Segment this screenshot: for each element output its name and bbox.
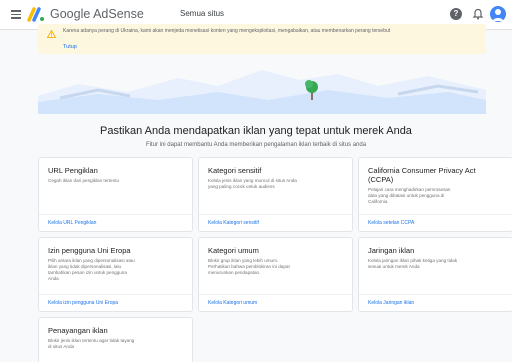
alert-message: Karena adanya perang di Ukraina, kami ak…: [63, 28, 391, 34]
card-advertiser-urls: URL Pengiklan Cegah iklan dari pengiklan…: [38, 157, 193, 232]
alert-dismiss-link[interactable]: Tutup: [63, 44, 77, 50]
hero-illustration: [38, 56, 486, 114]
manage-sensitive-categories-link[interactable]: Kelola Kategori sensitif: [208, 220, 259, 226]
manage-advertiser-urls-link[interactable]: Kelola URL Pengiklan: [48, 220, 96, 226]
notifications-icon[interactable]: [472, 8, 484, 20]
card-divider: [359, 294, 512, 295]
manage-eu-consent-link[interactable]: Kelola izin pengguna Uni Eropa: [48, 300, 118, 306]
card-description: Kelola jenis iklan yang muncul di situs …: [208, 178, 297, 189]
card-description: Cegah iklan dari pengiklan tertentu: [48, 178, 119, 183]
card-description: Pilih antara iklan yang dipersonalisasi …: [48, 258, 135, 281]
manage-ccpa-settings-link[interactable]: Kelola setelan CCPA: [368, 220, 414, 226]
site-selector[interactable]: Semua situs: [180, 9, 224, 18]
adsense-logo-icon[interactable]: [27, 6, 45, 22]
warning-icon: [47, 30, 56, 38]
avatar[interactable]: [490, 6, 506, 22]
card-description: Pelajari cara menghadirkan pemrosesan da…: [368, 187, 451, 204]
page-heading: Pastikan Anda mendapatkan iklan yang tep…: [100, 125, 412, 137]
card-eu-user-consent: Izin pengguna Uni Eropa Pilih antara ikl…: [38, 237, 193, 312]
menu-icon[interactable]: [11, 10, 21, 19]
card-description: Blokir grup iklan yang lebih umum. Perha…: [208, 258, 290, 275]
manage-ad-networks-link[interactable]: Kelola Jaringan iklan: [368, 300, 414, 306]
card-divider: [199, 214, 352, 215]
card-divider: [39, 294, 192, 295]
page-subheading: Fitur ini dapat membantu Anda memberikan…: [145, 142, 367, 148]
war-notice-banner: Karena adanya perang di Ukraina, kami ak…: [38, 24, 486, 54]
card-title: Izin pengguna Uni Eropa: [48, 246, 131, 255]
brand-title[interactable]: Google AdSense: [50, 7, 144, 21]
card-general-categories: Kategori umum Blokir grup iklan yang leb…: [198, 237, 353, 312]
card-title: Kategori umum: [208, 246, 259, 255]
card-description: Blokir jenis iklan tertentu agar tidak t…: [48, 338, 135, 349]
card-title: Kategori sensitif: [208, 166, 262, 175]
card-sensitive-categories: Kategori sensitif Kelola jenis iklan yan…: [198, 157, 353, 232]
card-title: California Consumer Privacy Act (CCPA): [368, 166, 476, 184]
card-divider: [39, 214, 192, 215]
card-ad-networks: Jaringan iklan Kelola jaringan iklan pih…: [358, 237, 512, 312]
card-title: Jaringan iklan: [368, 246, 415, 255]
card-ad-serving: Penayangan iklan Blokir jenis iklan tert…: [38, 317, 193, 362]
card-divider: [359, 214, 512, 215]
card-divider: [199, 294, 352, 295]
card-ccpa: California Consumer Privacy Act (CCPA) P…: [358, 157, 512, 232]
card-title: URL Pengiklan: [48, 166, 98, 175]
card-title: Penayangan iklan: [48, 326, 108, 335]
card-description: Kelola jaringan iklan pihak ketiga yang …: [368, 258, 458, 269]
manage-general-categories-link[interactable]: Kelola Kategori umum: [208, 300, 257, 306]
help-icon[interactable]: ?: [450, 8, 462, 20]
